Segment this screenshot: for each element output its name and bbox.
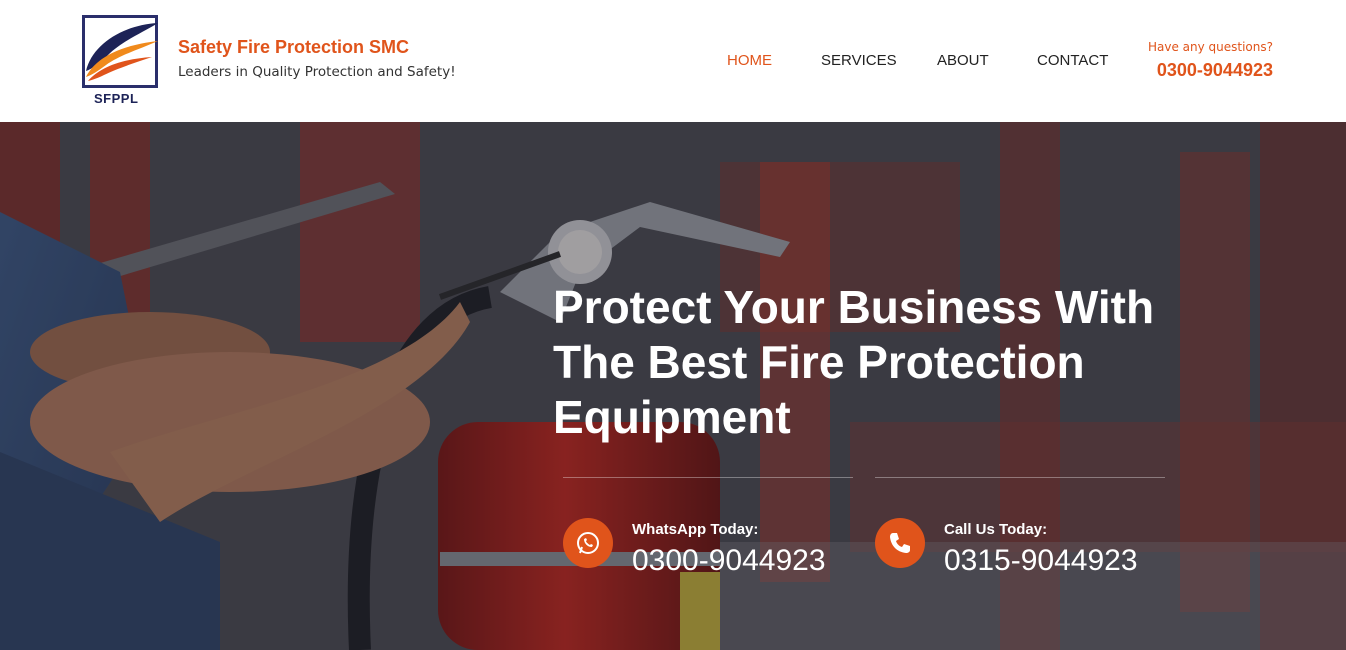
call-number[interactable]: 0315-9044923 (944, 544, 1138, 578)
header-contact: Have any questions? 0300-9044923 (1148, 40, 1273, 81)
brand-name[interactable]: Safety Fire Protection SMC (178, 37, 456, 58)
hero-headline: Protect Your Business With The Best Fire… (553, 280, 1193, 445)
headline-line-1: Protect Your Business With (553, 281, 1155, 333)
site-header: SFPPL Safety Fire Protection SMC Leaders… (0, 0, 1346, 122)
whatsapp-glyph-icon (577, 532, 599, 554)
headline-line-3: Equipment (553, 391, 791, 443)
question-text: Have any questions? (1147, 40, 1273, 54)
whatsapp-number[interactable]: 0300-9044923 (632, 544, 826, 578)
call-label: Call Us Today: (944, 521, 1048, 538)
brand-tagline: Leaders in Quality Protection and Safety… (178, 64, 456, 80)
hero-section: Protect Your Business With The Best Fire… (0, 122, 1346, 650)
phone-icon[interactable] (875, 518, 925, 568)
header-phone-link[interactable]: 0300-9044923 (1148, 60, 1273, 81)
nav-home[interactable]: HOME (727, 52, 772, 69)
logo[interactable]: SFPPL (82, 15, 162, 106)
nav-contact[interactable]: CONTACT (1037, 52, 1108, 69)
whatsapp-label: WhatsApp Today: (632, 521, 759, 538)
divider-left (563, 477, 853, 478)
headline-line-2: The Best Fire Protection (553, 336, 1085, 388)
brand: Safety Fire Protection SMC Leaders in Qu… (178, 37, 456, 80)
logo-text: SFPPL (94, 91, 139, 106)
flame-logo-icon (86, 23, 158, 81)
phone-glyph-icon (890, 533, 910, 553)
nav-about[interactable]: ABOUT (937, 52, 989, 69)
divider-right (875, 477, 1165, 478)
nav-services[interactable]: SERVICES (821, 52, 897, 69)
whatsapp-icon[interactable] (563, 518, 613, 568)
